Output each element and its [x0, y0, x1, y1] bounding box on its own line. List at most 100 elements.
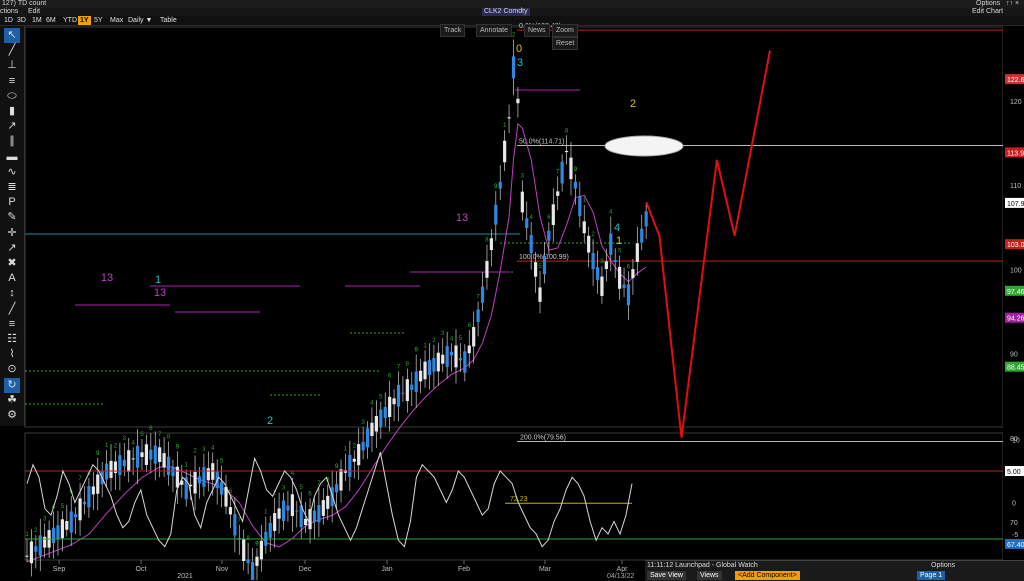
candle-body: [255, 556, 259, 566]
candle-body: [516, 98, 520, 104]
candle-body: [91, 486, 95, 495]
candle-body: [219, 482, 224, 495]
candle-body: [485, 261, 489, 278]
candle-body: [534, 262, 538, 277]
candle-body: [60, 519, 64, 539]
wave-label: 13: [456, 212, 468, 224]
candle-body: [529, 235, 533, 254]
candle-body: [494, 204, 498, 225]
candle-body: [569, 157, 573, 180]
candle-body: [379, 409, 383, 427]
candle-body: [352, 458, 356, 462]
candle-body: [374, 416, 378, 432]
candle-body: [370, 422, 374, 437]
price-tag-label: 67.40: [1007, 542, 1024, 549]
candle-body: [78, 498, 82, 521]
annotate-button[interactable]: Annotate: [476, 24, 513, 37]
price-tag-label: 107.9: [1007, 201, 1024, 208]
price-tag-label: 94.26: [1007, 316, 1024, 323]
oscillator-y-tick-label: -5: [1012, 532, 1018, 539]
candle-body: [233, 514, 237, 536]
candle-body: [51, 527, 56, 544]
candle-body: [273, 513, 277, 531]
candle-body: [228, 507, 233, 515]
y-tick-label: 100: [1010, 267, 1022, 274]
views-button[interactable]: Views: [697, 571, 722, 580]
candle-body: [520, 191, 524, 213]
candle-body: [286, 505, 290, 511]
launchpad-panel: 11:11:12 Launchpad - Global Watch Option…: [607, 560, 1024, 581]
candle-body: [158, 447, 162, 462]
candle-body: [626, 284, 631, 306]
candle-body: [140, 452, 144, 458]
candle-body: [449, 351, 454, 356]
candle-body: [458, 358, 463, 361]
candle-body: [441, 354, 445, 364]
x-tick-label: Oct: [136, 566, 147, 573]
candle-body: [365, 428, 370, 448]
candle-body: [334, 484, 339, 493]
track-button[interactable]: Track: [440, 24, 466, 37]
candle-body: [573, 181, 578, 189]
candle-body: [348, 454, 352, 477]
candle-body: [635, 243, 639, 262]
candle-body: [65, 521, 69, 530]
candle-body: [423, 361, 427, 380]
price-tag-label: 88.45: [1007, 365, 1024, 372]
candle-body: [472, 327, 476, 347]
candle-body: [547, 230, 551, 241]
reset-button[interactable]: Reset: [552, 37, 579, 50]
candle-body: [564, 150, 569, 153]
zoom-button[interactable]: Zoom: [552, 24, 578, 37]
candle-body: [604, 261, 608, 269]
candle-body: [56, 525, 60, 539]
candle-body: [118, 455, 122, 476]
candle-body: [224, 486, 228, 507]
candle-body: [135, 445, 140, 468]
price-tag-label: 113.9: [1007, 150, 1024, 157]
candle-body: [507, 117, 511, 119]
wave-label: 13: [154, 287, 166, 299]
candle-body: [122, 459, 126, 467]
candle-body: [445, 345, 449, 367]
candle-body: [419, 370, 423, 382]
oscillator-y-tick-label: 0: [1012, 501, 1016, 508]
candle-body: [109, 460, 113, 478]
price-tag-label: 122.6: [1007, 77, 1024, 84]
y-tick-label: 90: [1010, 352, 1018, 359]
launchpad-title: 11:11:12 Launchpad - Global Watch: [647, 562, 758, 569]
candle-body: [427, 360, 432, 376]
candle-body: [631, 269, 635, 279]
y-tick-label: 110: [1010, 183, 1021, 190]
x-tick-label: Jan: [381, 566, 392, 573]
candle-body: [476, 309, 480, 323]
candle-body: [436, 352, 440, 372]
candle-body: [463, 351, 467, 373]
candle-body: [498, 181, 502, 189]
candle-body: [613, 259, 617, 263]
candle-body: [609, 233, 613, 255]
candle-body: [414, 371, 418, 392]
candle-body: [560, 161, 564, 184]
chart-canvas[interactable]: 0.0%(128.42)50.0%(114.71)100.0%(100.99)2…: [0, 0, 1024, 580]
wave-label: 2: [267, 415, 273, 427]
candle-body: [388, 396, 392, 418]
candle-body: [317, 505, 321, 523]
page-selector[interactable]: Page 1: [917, 571, 946, 580]
save-view-button[interactable]: Save View: [647, 571, 686, 580]
candle-body: [74, 514, 78, 518]
candle-body: [259, 540, 263, 560]
candle-body: [96, 474, 100, 494]
news-button[interactable]: News: [524, 24, 550, 37]
launchpad-options[interactable]: Options: [931, 561, 955, 570]
candle-body: [480, 286, 485, 303]
candle-body: [202, 467, 206, 487]
candle-body: [175, 466, 179, 488]
add-component-input[interactable]: <Add Component>: [735, 571, 800, 580]
candle-body: [489, 238, 493, 251]
candle-body: [401, 392, 405, 394]
candle-body: [25, 555, 29, 557]
candle-body: [69, 511, 73, 533]
candle-body: [127, 450, 131, 472]
candle-body: [503, 140, 507, 163]
